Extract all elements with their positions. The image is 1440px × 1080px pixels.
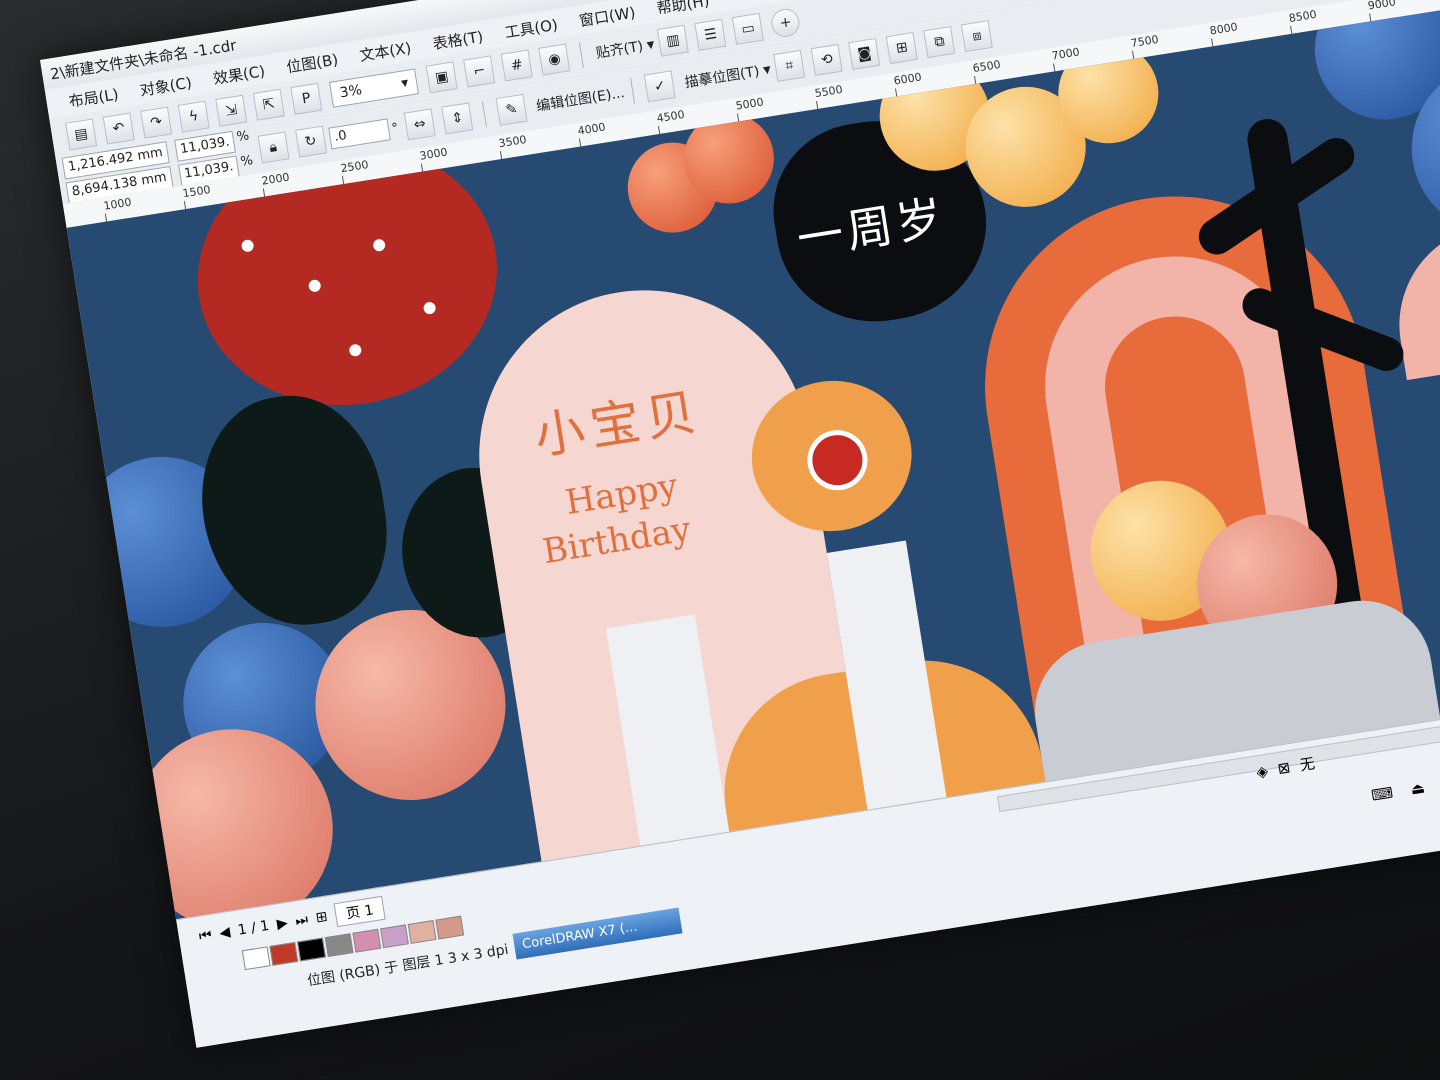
menu-window[interactable]: 窗口(W) (578, 1, 637, 31)
show-guidelines-icon[interactable]: ◉ (538, 43, 571, 76)
trace-bitmap-button[interactable]: 描摹位图(T) (683, 61, 761, 93)
to-back-icon[interactable]: ⧈ (961, 20, 994, 53)
fill-none-label: 无 (1298, 754, 1317, 775)
pdf-icon[interactable]: P (290, 82, 323, 115)
last-page-icon[interactable]: ⏭ (294, 912, 309, 930)
zoom-level-value: 3% (338, 82, 364, 102)
no-color-swatch[interactable] (241, 946, 271, 971)
ruler-label: 3000 (418, 145, 449, 163)
first-page-icon[interactable]: ⏮ (198, 927, 213, 945)
menu-effects[interactable]: 效果(C) (212, 60, 267, 89)
zoom-level-select[interactable]: 3% ▾ (329, 68, 420, 108)
options-icon[interactable]: ☰ (694, 18, 727, 51)
ruler-label: 1500 (181, 183, 212, 201)
full-screen-icon[interactable]: ▣ (425, 61, 458, 94)
color-swatch[interactable] (324, 933, 354, 958)
ruler-label: 7000 (1050, 45, 1081, 63)
taskbar-coreldraw-button[interactable]: CorelDRAW X7 (... (512, 907, 683, 960)
toolbar-divider (482, 101, 488, 128)
chevron-down-icon: ▾ (761, 59, 773, 79)
toolbar-divider (579, 42, 585, 69)
ruler-label: 6500 (971, 57, 1002, 76)
menu-bitmaps[interactable]: 位图(B) (285, 48, 340, 77)
page-tab[interactable]: 页 1 (333, 895, 387, 928)
rotate-icon[interactable]: ↻ (294, 125, 327, 158)
ruler-label: 8000 (1208, 20, 1239, 38)
ruler-label: 2500 (339, 157, 370, 176)
ruler-label: 8500 (1287, 7, 1318, 26)
show-grid-icon[interactable]: # (500, 49, 533, 82)
mirror-horizontal-icon[interactable]: ⇔ (403, 108, 436, 141)
resample-icon[interactable]: ⟲ (810, 43, 843, 76)
import-icon[interactable]: ⇲ (215, 94, 248, 127)
fill-bucket-icon: ◈ (1254, 761, 1270, 781)
lock-ratio-icon[interactable]: 🔒︎ (257, 131, 290, 164)
to-front-icon[interactable]: ⧉ (923, 26, 956, 59)
show-rulers-icon[interactable]: ⌐ (463, 55, 496, 88)
usb-icon[interactable]: ⏏ (1409, 778, 1426, 798)
ruler-label: 4500 (655, 107, 686, 126)
corel-connect-icon[interactable]: ϟ (177, 100, 210, 133)
welcome-screen-icon[interactable]: ▥ (657, 24, 690, 57)
trace-bitmap-icon[interactable]: ✓ (643, 70, 677, 103)
edit-bitmap-icon[interactable]: ✎ (495, 93, 528, 126)
redo-icon[interactable]: ↷ (140, 106, 173, 139)
ruler-label: 5000 (734, 95, 765, 113)
rotation-angle-field[interactable]: .0 (327, 118, 391, 150)
color-swatch[interactable] (435, 915, 465, 940)
color-swatch[interactable] (380, 924, 409, 949)
ruler-label: 5500 (813, 82, 844, 101)
menu-table[interactable]: 表格(T) (431, 25, 485, 54)
page-counter: 1 / 1 (236, 917, 271, 939)
keyboard-icon[interactable]: ⌨ (1370, 783, 1394, 804)
export-icon[interactable]: ⇱ (252, 88, 285, 121)
ruler-label: 4000 (576, 120, 607, 138)
no-fill-icon: ⊠ (1276, 757, 1292, 778)
percent-sign: % (239, 152, 255, 170)
percent-sign: % (235, 127, 251, 145)
system-tray: ⌨ ⏏ ☁ ▦ 🔈︎ (1370, 764, 1440, 804)
color-swatch[interactable] (407, 920, 437, 944)
edit-bitmap-button[interactable]: 编辑位图(E)... (535, 82, 626, 116)
application-launcher-icon[interactable]: ▭ (732, 12, 765, 45)
quick-trace-icon[interactable]: ⊞ (885, 31, 919, 65)
menu-tools[interactable]: 工具(O) (503, 13, 559, 42)
snap-to-dropdown[interactable]: 贴齐(T) (594, 36, 644, 63)
toolbar-divider (630, 77, 636, 104)
mirror-vertical-icon[interactable]: ⇕ (441, 102, 474, 135)
ruler-label: 1000 (102, 195, 133, 213)
next-page-icon[interactable]: ▶ (276, 915, 289, 932)
crop-bitmap-icon[interactable]: ⌗ (773, 49, 806, 82)
color-swatch[interactable] (297, 937, 326, 962)
color-swatch[interactable] (352, 928, 382, 953)
menu-text[interactable]: 文本(X) (358, 36, 413, 65)
ruler-label: 3500 (497, 132, 528, 151)
ruler-label: 2000 (260, 170, 291, 188)
add-icon[interactable]: + (769, 6, 802, 39)
color-swatch[interactable] (269, 941, 299, 966)
ruler-label: 6000 (892, 70, 923, 88)
undo-icon[interactable]: ↶ (102, 112, 135, 145)
chevron-down-icon: ▾ (400, 74, 410, 92)
menu-object[interactable]: 对象(C) (138, 71, 193, 100)
chevron-down-icon: ▾ (645, 34, 656, 54)
ruler-label: 7500 (1129, 32, 1160, 51)
ruler-label: 9000 (1367, 0, 1397, 13)
degree-sign: ° (390, 120, 400, 137)
prev-page-icon[interactable]: ◀ (218, 924, 231, 941)
add-page-icon[interactable]: ⊞ (315, 909, 329, 927)
menu-layout[interactable]: 布局(L) (67, 83, 120, 112)
bitmap-color-mask-icon[interactable]: ◙ (848, 37, 881, 70)
paste-icon[interactable]: ▤ (65, 118, 98, 151)
